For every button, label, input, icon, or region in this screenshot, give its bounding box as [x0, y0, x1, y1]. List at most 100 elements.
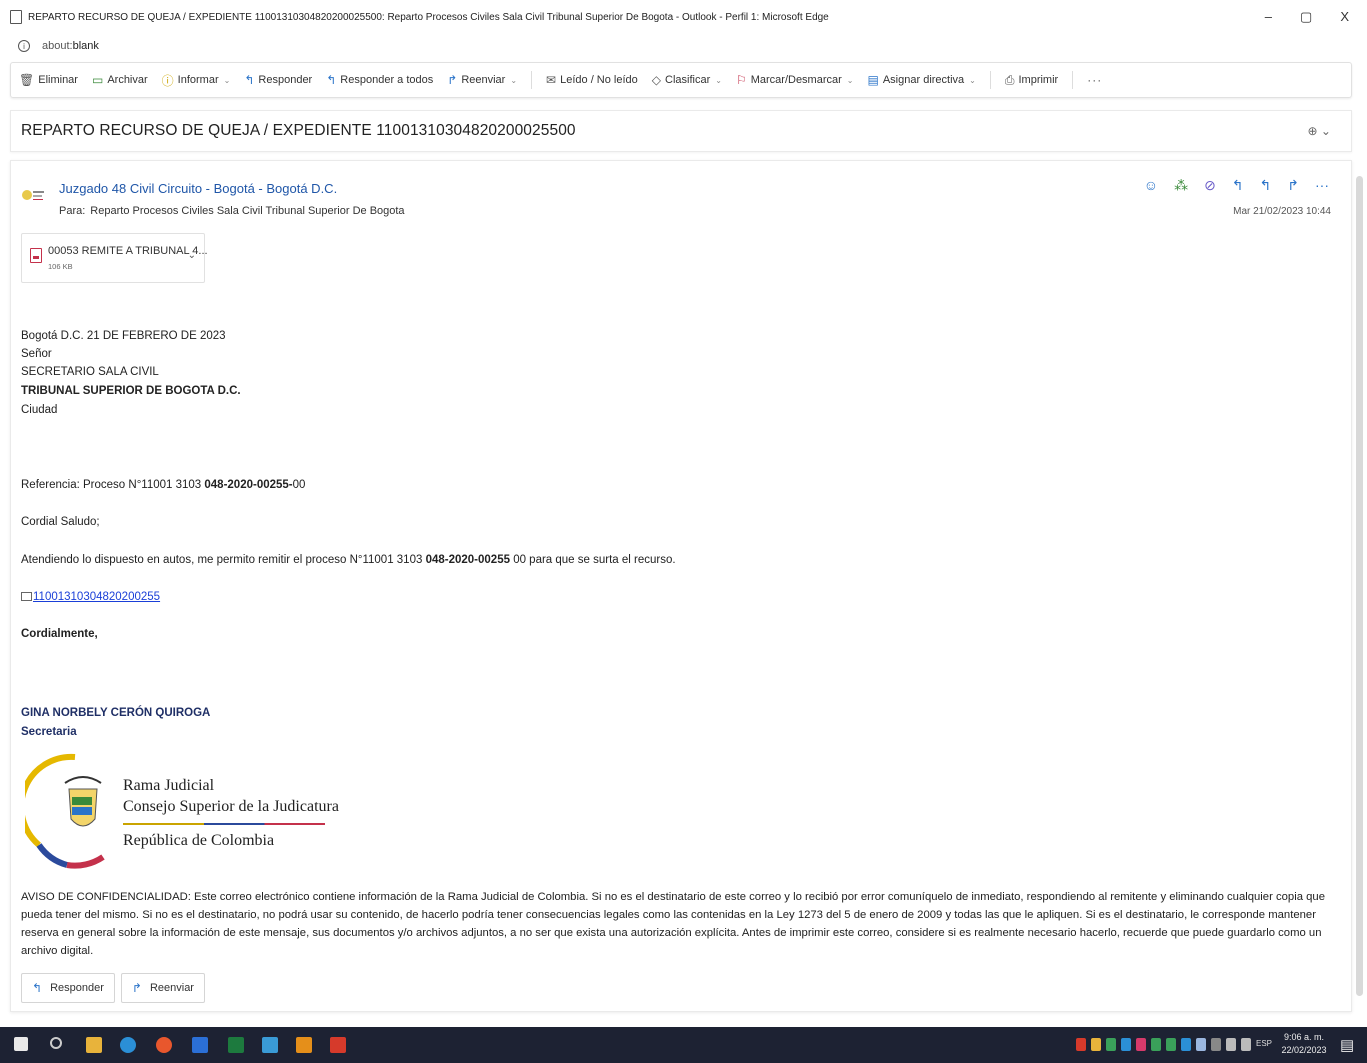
tray-icon[interactable] — [1196, 1038, 1206, 1051]
word-icon[interactable] — [192, 1037, 208, 1053]
zoom-icon[interactable]: ⊕ ⌄ — [1308, 124, 1331, 138]
reply-all-icon: ↰ — [326, 73, 337, 87]
notification-icon[interactable]: ▤ — [1340, 1036, 1354, 1054]
reply-all-label: Responder a todos — [340, 74, 434, 86]
network-icon[interactable] — [1226, 1038, 1236, 1051]
tray-icon[interactable] — [1136, 1038, 1146, 1051]
loop-icon[interactable]: ⊘ — [1204, 177, 1216, 194]
pdf-reader-icon[interactable] — [330, 1037, 346, 1053]
recipient-name[interactable]: Reparto Procesos Civiles Sala Civil Trib… — [90, 205, 404, 217]
tray-icon[interactable] — [1076, 1038, 1086, 1051]
attachment-name[interactable]: 00053 REMITE A TRIBUNAL 4... — [48, 245, 208, 257]
attachment-size: 106 KB — [48, 262, 73, 271]
minimize-button[interactable]: – — [1265, 9, 1272, 25]
scrollbar[interactable] — [1356, 176, 1363, 996]
report-button[interactable]: ⓘ Informar ⌄ — [162, 72, 231, 89]
forward-icon[interactable]: ↱ — [1287, 177, 1299, 194]
tray-icon[interactable] — [1121, 1038, 1131, 1051]
edge-icon[interactable] — [120, 1037, 136, 1053]
language-indicator[interactable]: ESP — [1256, 1039, 1272, 1048]
file-explorer-icon[interactable] — [86, 1037, 102, 1053]
read-unread-button[interactable]: ✉ Leído / No leído — [546, 73, 638, 87]
assign-policy-button[interactable]: ▤ Asignar directiva ⌄ — [868, 73, 976, 87]
reply-all-icon[interactable]: ↰ — [1260, 177, 1272, 194]
chevron-down-icon[interactable]: ⌄ — [510, 76, 517, 85]
pdf-icon — [30, 248, 42, 263]
logo-line2: Consejo Superior de la Judicatura — [123, 798, 339, 815]
clock-time: 9:06 a. m. — [1283, 1032, 1325, 1042]
delete-button[interactable]: 🗑 Eliminar — [19, 73, 78, 87]
tray-icon[interactable] — [1091, 1038, 1101, 1051]
chevron-down-icon[interactable]: ⌄ — [969, 76, 976, 85]
search-icon[interactable] — [50, 1037, 62, 1049]
ref-suffix: 00 — [292, 479, 306, 491]
body-paragraph: Atendiendo lo dispuesto en autos, me per… — [21, 554, 676, 566]
archive-button[interactable]: ▭ Archivar — [92, 73, 148, 87]
greeting: Cordial Saludo; — [21, 516, 100, 528]
close-button[interactable]: X — [1340, 9, 1349, 25]
envelope-open-icon: ✉ — [546, 73, 557, 87]
url-text[interactable]: about:blank — [42, 40, 99, 52]
confidentiality-notice: AVISO DE CONFIDENCIALIDAD: Este correo e… — [21, 891, 1325, 957]
page-icon — [10, 10, 22, 24]
address-bar[interactable]: i about:blank — [0, 34, 1367, 58]
command-bar: 🗑 Eliminar ▭ Archivar ⓘ Informar ⌄ ↰ Responde… — [10, 62, 1352, 98]
shield-icon: ⓘ — [161, 73, 174, 88]
folder-link[interactable]: 11001310304820200255 — [33, 591, 160, 603]
print-button[interactable]: ⎙ Imprimir — [1005, 73, 1058, 88]
reply-button[interactable]: ↰ Responder — [244, 73, 312, 87]
forward-button-bottom[interactable]: ↱ Reenviar — [120, 973, 205, 1003]
more-actions-button[interactable]: ··· — [1087, 73, 1102, 87]
smiley-icon[interactable]: ☺ — [1144, 177, 1158, 194]
recipient-line: Para: Reparto Procesos Civiles Sala Civil… — [59, 205, 410, 217]
toolbar-divider — [531, 71, 533, 89]
info-icon[interactable]: i — [18, 40, 30, 52]
toolbar-divider — [1072, 71, 1074, 89]
chevron-down-icon[interactable]: ⌄ — [224, 76, 231, 85]
taskbar-clock[interactable]: 9:06 a. m. 22/02/2023 — [1279, 1031, 1329, 1057]
app-icon[interactable] — [262, 1037, 278, 1053]
reply-label: Responder — [258, 74, 313, 86]
reply-icon: ↰ — [32, 981, 43, 995]
printer-icon: ⎙ — [1004, 72, 1015, 87]
salutation: Señor — [21, 348, 52, 360]
reply-all-button[interactable]: ↰ Responder a todos — [326, 73, 433, 87]
windows-start-icon[interactable] — [14, 1037, 28, 1051]
message-subject: REPARTO RECURSO DE QUEJA / EXPEDIENTE 11… — [21, 122, 576, 139]
maximize-button[interactable]: ▢ — [1300, 9, 1312, 25]
excel-icon[interactable] — [228, 1037, 244, 1053]
message-date: Mar 21/02/2023 10:44 — [1233, 206, 1331, 217]
reply-button-bottom[interactable]: ↰ Responder — [21, 973, 115, 1003]
categorize-button[interactable]: ◇ Clasificar ⌄ — [652, 73, 722, 87]
recipient-role: SECRETARIO SALA CIVIL — [21, 366, 159, 378]
tray-icon[interactable] — [1151, 1038, 1161, 1051]
tray-icon[interactable] — [1181, 1038, 1191, 1051]
reply-icon[interactable]: ↰ — [1232, 177, 1244, 194]
vlc-icon[interactable] — [296, 1037, 312, 1053]
sender-name[interactable]: Juzgado 48 Civil Circuito - Bogotá - Bog… — [59, 181, 337, 196]
sender-avatar — [22, 190, 44, 200]
archive-label: Archivar — [107, 74, 148, 86]
window-title: REPARTO RECURSO DE QUEJA / EXPEDIENTE 11… — [28, 11, 829, 23]
tray-icon[interactable] — [1211, 1038, 1221, 1051]
quick-actions: ↰ Responder ↱ Reenviar — [21, 973, 205, 1003]
tray-icon[interactable] — [1166, 1038, 1176, 1051]
tag-icon: ◇ — [651, 73, 662, 87]
flag-button[interactable]: ⚐ Marcar/Desmarcar ⌄ — [736, 73, 854, 87]
teams-icon[interactable]: ⁂ — [1174, 177, 1188, 194]
chevron-down-icon[interactable]: ⌄ — [715, 76, 722, 85]
chevron-down-icon[interactable]: ⌄ — [188, 250, 196, 261]
folder-icon — [21, 592, 32, 601]
chrome-icon[interactable] — [156, 1037, 172, 1053]
trash-icon: 🗑 — [19, 73, 35, 87]
place-date: Bogotá D.C. 21 DE FEBRERO DE 2023 — [21, 330, 226, 342]
more-icon[interactable]: ··· — [1315, 177, 1329, 194]
ref-number: 048-2020-00255- — [204, 479, 293, 491]
attachment-card[interactable]: 00053 REMITE A TRIBUNAL 4... 106 KB ⌄ — [21, 233, 208, 283]
chevron-down-icon[interactable]: ⌄ — [847, 76, 854, 85]
volume-icon[interactable] — [1241, 1038, 1251, 1051]
forward-button[interactable]: ↱ Reenviar ⌄ — [447, 73, 517, 87]
tray-icon[interactable] — [1106, 1038, 1116, 1051]
para-number: 048-2020-00255 — [425, 554, 510, 566]
read-unread-label: Leído / No leído — [560, 74, 638, 86]
